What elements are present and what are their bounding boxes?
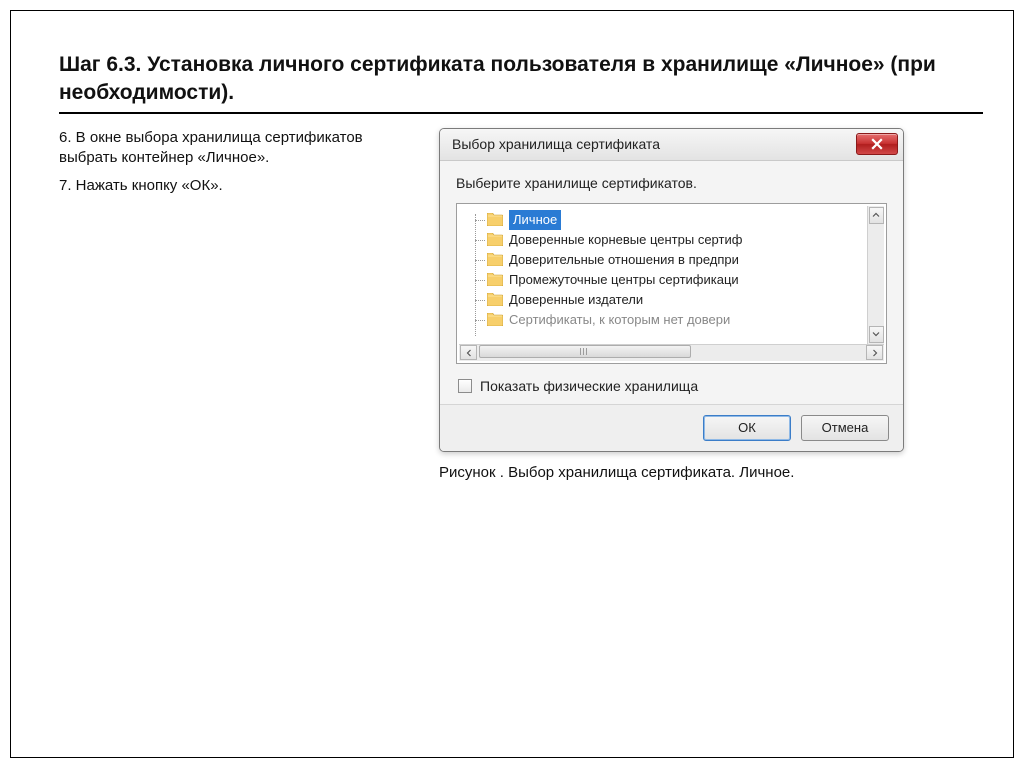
- chevron-down-icon: [872, 330, 880, 338]
- show-physical-stores-checkbox[interactable]: [458, 379, 472, 393]
- close-icon: [871, 138, 883, 150]
- page-heading: Шаг 6.3. Установка личного сертификата п…: [59, 51, 983, 114]
- dialog-title: Выбор хранилища сертификата: [452, 136, 660, 152]
- scroll-right-button[interactable]: [866, 345, 883, 360]
- dialog-prompt: Выберите хранилище сертификатов.: [456, 175, 887, 191]
- scroll-down-button[interactable]: [869, 326, 884, 343]
- tree-panel: ЛичноеДоверенные корневые центры сертифД…: [456, 203, 887, 364]
- tree-item[interactable]: Доверенные издатели: [469, 290, 867, 310]
- folder-icon: [487, 313, 503, 326]
- ok-button[interactable]: ОК: [703, 415, 791, 441]
- dialog-titlebar[interactable]: Выбор хранилища сертификата: [440, 129, 903, 161]
- horizontal-scroll-thumb[interactable]: [479, 345, 691, 358]
- tree-item[interactable]: Доверенные корневые центры сертиф: [469, 230, 867, 250]
- tree-item-label: Личное: [509, 210, 561, 230]
- tree-item[interactable]: Личное: [469, 210, 867, 230]
- instruction-item-7: 7. Нажать кнопку «ОК».: [59, 176, 379, 196]
- close-button[interactable]: [856, 133, 898, 155]
- folder-icon: [487, 273, 503, 286]
- show-physical-stores-row[interactable]: Показать физические хранилища: [458, 378, 885, 394]
- tree-item[interactable]: Доверительные отношения в предпри: [469, 250, 867, 270]
- chevron-left-icon: [465, 349, 473, 357]
- tree-item-label: Промежуточные центры сертификаци: [509, 270, 739, 290]
- instruction-item-6: 6. В окне выбора хранилища сертификатов …: [59, 128, 379, 169]
- show-physical-stores-label: Показать физические хранилища: [480, 378, 698, 394]
- cancel-button[interactable]: Отмена: [801, 415, 889, 441]
- certificate-store-tree[interactable]: ЛичноеДоверенные корневые центры сертифД…: [459, 206, 867, 344]
- certificate-store-dialog: Выбор хранилища сертификата Выберите хра…: [439, 128, 904, 452]
- tree-item-label: Доверительные отношения в предпри: [509, 250, 739, 270]
- instruction-list: 6. В окне выбора хранилища сертификатов …: [59, 128, 379, 481]
- horizontal-scroll-track[interactable]: [479, 345, 864, 360]
- dialog-button-bar: ОК Отмена: [440, 404, 903, 451]
- tree-item-label: Сертификаты, к которым нет довери: [509, 310, 730, 330]
- vertical-scroll-track[interactable]: [869, 225, 884, 325]
- scroll-left-button[interactable]: [460, 345, 477, 360]
- tree-item-label: Доверенные корневые центры сертиф: [509, 230, 742, 250]
- chevron-up-icon: [872, 211, 880, 219]
- tree-item[interactable]: Промежуточные центры сертификаци: [469, 270, 867, 290]
- tree-item[interactable]: Сертификаты, к которым нет довери: [469, 310, 867, 330]
- horizontal-scrollbar[interactable]: [459, 344, 884, 361]
- figure-caption: Рисунок . Выбор хранилища сертификата. Л…: [439, 464, 983, 481]
- tree-item-label: Доверенные издатели: [509, 290, 643, 310]
- chevron-right-icon: [871, 349, 879, 357]
- folder-icon: [487, 253, 503, 266]
- folder-icon: [487, 293, 503, 306]
- folder-icon: [487, 213, 503, 226]
- vertical-scrollbar[interactable]: [867, 206, 884, 344]
- folder-icon: [487, 233, 503, 246]
- scroll-up-button[interactable]: [869, 207, 884, 224]
